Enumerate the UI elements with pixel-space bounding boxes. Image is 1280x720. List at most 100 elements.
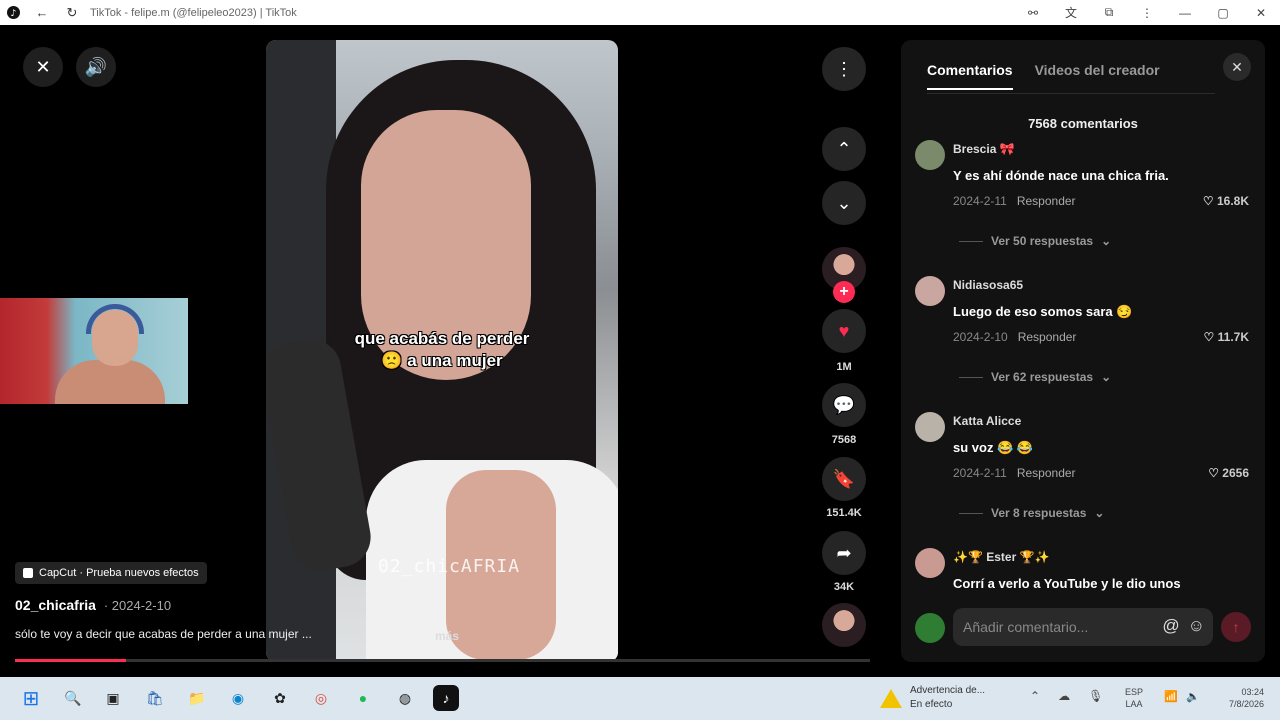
video-viewer: ✕ 🔊 que acabás de perder 🙁 a una mujer 0… <box>0 25 1280 677</box>
warning-notification[interactable]: Advertencia de... En efecto <box>880 684 985 712</box>
app-icon[interactable]: ◍ <box>392 685 418 711</box>
menu-icon[interactable]: ⋮ <box>1128 6 1166 20</box>
comment-user[interactable]: Katta Alicce <box>953 414 1021 428</box>
replies-line <box>959 376 983 378</box>
comment-meta: 2024-2-10 Responder <box>953 330 1076 344</box>
file-explorer-icon[interactable]: 📁 <box>184 685 210 711</box>
comment-button[interactable]: 💬 <box>822 383 866 427</box>
view-replies-button[interactable]: Ver 62 respuestas ⌄ <box>959 370 1111 384</box>
comment-like-count: 16.8K <box>1216 194 1249 208</box>
more-options-button[interactable]: ⋮ <box>822 47 866 91</box>
progress-fill <box>15 659 127 662</box>
warning-text: Advertencia de... En efecto <box>910 684 985 712</box>
window-title: TikTok - felipe.m (@felipeleo2023) | Tik… <box>90 6 297 19</box>
comment-user[interactable]: ✨🏆 Ester 🏆✨ <box>953 550 1049 564</box>
capcut-icon <box>23 568 33 578</box>
puzzle-icon[interactable]: ⧉ <box>1090 5 1128 20</box>
close-panel-button[interactable]: ✕ <box>1223 53 1251 81</box>
chevron-down-icon: ⌄ <box>1094 506 1105 520</box>
follow-button[interactable]: + <box>833 281 855 303</box>
cloud-icon[interactable]: ☁ <box>1058 689 1070 703</box>
comment-total: 7568 comentarios <box>1028 116 1138 131</box>
task-view-icon[interactable]: ▣ <box>100 685 126 711</box>
headset-icon <box>86 304 144 334</box>
chevron-down-icon: ⌄ <box>1101 370 1112 384</box>
microphone-icon[interactable]: 🎙 <box>1088 689 1103 703</box>
minimize-button[interactable]: — <box>1166 6 1204 20</box>
search-icon[interactable]: 🔍 <box>60 685 86 711</box>
photos-icon[interactable]: ✿ <box>267 685 293 711</box>
replies-line <box>959 512 983 514</box>
mention-icon[interactable]: @ <box>1162 616 1179 636</box>
reply-button[interactable]: Responder <box>1018 330 1077 344</box>
language-indicator[interactable]: ESP LAA <box>1125 686 1143 710</box>
view-replies-button[interactable]: Ver 8 respuestas ⌄ <box>959 506 1104 520</box>
reply-button[interactable]: Responder <box>1017 466 1076 480</box>
share-button[interactable]: ➦ <box>822 531 866 575</box>
tiktok-app-icon[interactable]: ♪ <box>433 685 459 711</box>
maximize-button[interactable]: ▢ <box>1204 6 1242 20</box>
volume-button[interactable]: 🔊 <box>76 47 116 87</box>
tab-divider <box>927 93 1215 94</box>
start-icon[interactable]: ⊞ <box>18 685 44 711</box>
save-count: 151.4K <box>826 507 862 519</box>
wifi-icon[interactable]: 📶 <box>1164 690 1178 703</box>
capcut-label: CapCut · Prueba nuevos efectos <box>39 567 199 579</box>
back-icon[interactable]: ← <box>34 5 50 20</box>
send-comment-button[interactable]: ↑ <box>1221 612 1251 642</box>
chevron-up-icon[interactable]: ⌃ <box>1030 689 1040 703</box>
more-link[interactable]: más <box>435 629 459 643</box>
translate-icon[interactable]: 文 <box>1052 4 1090 21</box>
video-watermark: 02_chicAFRIA <box>378 556 521 577</box>
warning-icon <box>880 688 902 708</box>
comment-user[interactable]: Nidiasosa65 <box>953 278 1023 292</box>
emoji-icon[interactable]: ☺ <box>1188 616 1205 636</box>
comment-input[interactable]: Añadir comentario... @ ☺ <box>953 608 1213 646</box>
clock[interactable]: 03:24 7/8/2026 <box>1214 686 1264 710</box>
close-viewer-button[interactable]: ✕ <box>23 47 63 87</box>
extensions-icon[interactable]: ⚯ <box>1014 6 1052 20</box>
reply-button[interactable]: Responder <box>1017 194 1076 208</box>
comment-user[interactable]: Brescia 🎀 <box>953 142 1015 156</box>
webcam-body <box>55 360 165 404</box>
chrome-icon[interactable]: ◎ <box>308 685 334 711</box>
author-name[interactable]: 02_chicafria <box>15 597 96 613</box>
comment-like-button[interactable]: ♡ 2656 <box>1208 466 1249 480</box>
comment-like-button[interactable]: ♡ 11.7K <box>1204 330 1249 344</box>
reload-icon[interactable]: ↻ <box>64 5 80 21</box>
store-icon[interactable]: 🛍 <box>142 685 168 711</box>
edge-icon[interactable]: ◉ <box>225 685 251 711</box>
next-video-button[interactable]: ⌄ <box>822 181 866 225</box>
video-progress-bar[interactable] <box>15 659 870 662</box>
warning-title: Advertencia de... <box>910 685 986 696</box>
tab-creator-videos[interactable]: Videos del creador <box>1035 62 1160 90</box>
comments-panel: Comentarios Videos del creador ✕ 7568 co… <box>901 40 1265 662</box>
svg-text:♪: ♪ <box>10 8 16 19</box>
comment-text: Y es ahí dónde nace una chica fria. <box>953 168 1169 183</box>
view-replies-button[interactable]: Ver 50 respuestas ⌄ <box>959 234 1111 248</box>
replies-line <box>959 240 983 242</box>
video-author[interactable]: 02_chicafria · 2024-2-10 <box>15 597 171 613</box>
video-description: sólo te voy a decir que acabas de perder… <box>15 627 312 641</box>
capcut-badge[interactable]: CapCut · Prueba nuevos efectos <box>15 562 207 584</box>
comment-like-button[interactable]: ♡ 16.8K <box>1203 194 1249 208</box>
video-frame[interactable]: que acabás de perder 🙁 a una mujer 02_ch… <box>266 40 618 662</box>
avatar[interactable] <box>915 276 945 306</box>
avatar <box>915 613 945 643</box>
sound-avatar[interactable] <box>822 603 866 647</box>
close-window-button[interactable]: ✕ <box>1242 6 1280 20</box>
tab-comments[interactable]: Comentarios <box>927 62 1013 90</box>
replies-label: Ver 50 respuestas <box>991 234 1094 248</box>
like-button[interactable]: ♥ <box>822 309 866 353</box>
previous-video-button[interactable]: ⌃ <box>822 127 866 171</box>
spotify-icon[interactable]: ● <box>350 685 376 711</box>
comment-input-row: Añadir comentario... @ ☺ ↑ <box>915 608 1251 648</box>
avatar[interactable] <box>915 548 945 578</box>
speaker-icon[interactable]: 🔈 <box>1186 690 1200 703</box>
avatar[interactable] <box>915 412 945 442</box>
comment-like-count: 2656 <box>1222 466 1249 480</box>
avatar[interactable] <box>915 140 945 170</box>
save-button[interactable]: 🔖 <box>822 457 866 501</box>
replies-label: Ver 8 respuestas <box>991 506 1087 520</box>
caption-line-1: que acabás de perder <box>354 329 530 348</box>
